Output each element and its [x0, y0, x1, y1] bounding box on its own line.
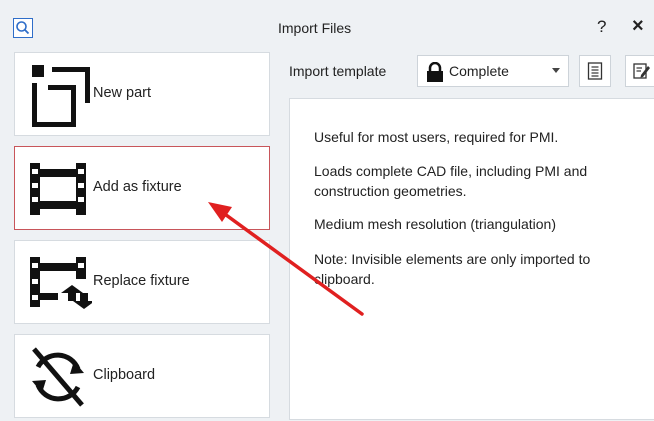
clipboard-sync-icon: [32, 347, 84, 407]
lock-icon: [427, 62, 443, 82]
replace-fixture-icon: [30, 257, 92, 309]
import-template-select[interactable]: Complete: [417, 55, 569, 87]
replace-fixture-label: Replace fixture: [93, 273, 190, 289]
add-as-fixture-button[interactable]: Add as fixture: [14, 146, 270, 230]
close-button[interactable]: ×: [632, 15, 644, 38]
new-part-label: New part: [93, 85, 152, 101]
import-template-value: Complete: [449, 63, 509, 79]
description-line: Loads complete CAD file, including PMI a…: [314, 163, 588, 199]
clipboard-label: Clipboard: [93, 367, 156, 383]
description-line: Note: Invisible elements are only import…: [314, 251, 591, 287]
new-part-button[interactable]: New part: [14, 52, 270, 136]
search-button[interactable]: [13, 18, 33, 38]
add-as-fixture-label: Add as fixture: [93, 179, 182, 195]
new-part-icon: [32, 65, 90, 127]
document-list-icon: [587, 62, 603, 80]
fixture-icon: [30, 163, 86, 215]
edit-template-button[interactable]: [625, 55, 654, 87]
title-bar: Import Files ? ×: [0, 0, 654, 44]
description-line: Useful for most users, required for PMI.: [314, 129, 559, 145]
search-icon: [16, 21, 30, 35]
import-files-window: Import Files ? × New part Add as fixture…: [0, 0, 654, 421]
window-title: Import Files: [278, 20, 352, 36]
edit-icon: [633, 63, 650, 79]
help-button[interactable]: ?: [597, 17, 606, 37]
import-template-label: Import template: [289, 63, 387, 79]
clipboard-button[interactable]: Clipboard: [14, 334, 270, 418]
replace-fixture-button[interactable]: Replace fixture: [14, 240, 270, 324]
chevron-down-icon: [552, 68, 560, 73]
description-line: Medium mesh resolution (triangulation): [314, 216, 556, 232]
template-details-button[interactable]: [579, 55, 611, 87]
template-description-panel: Useful for most users, required for PMI.…: [289, 98, 654, 420]
